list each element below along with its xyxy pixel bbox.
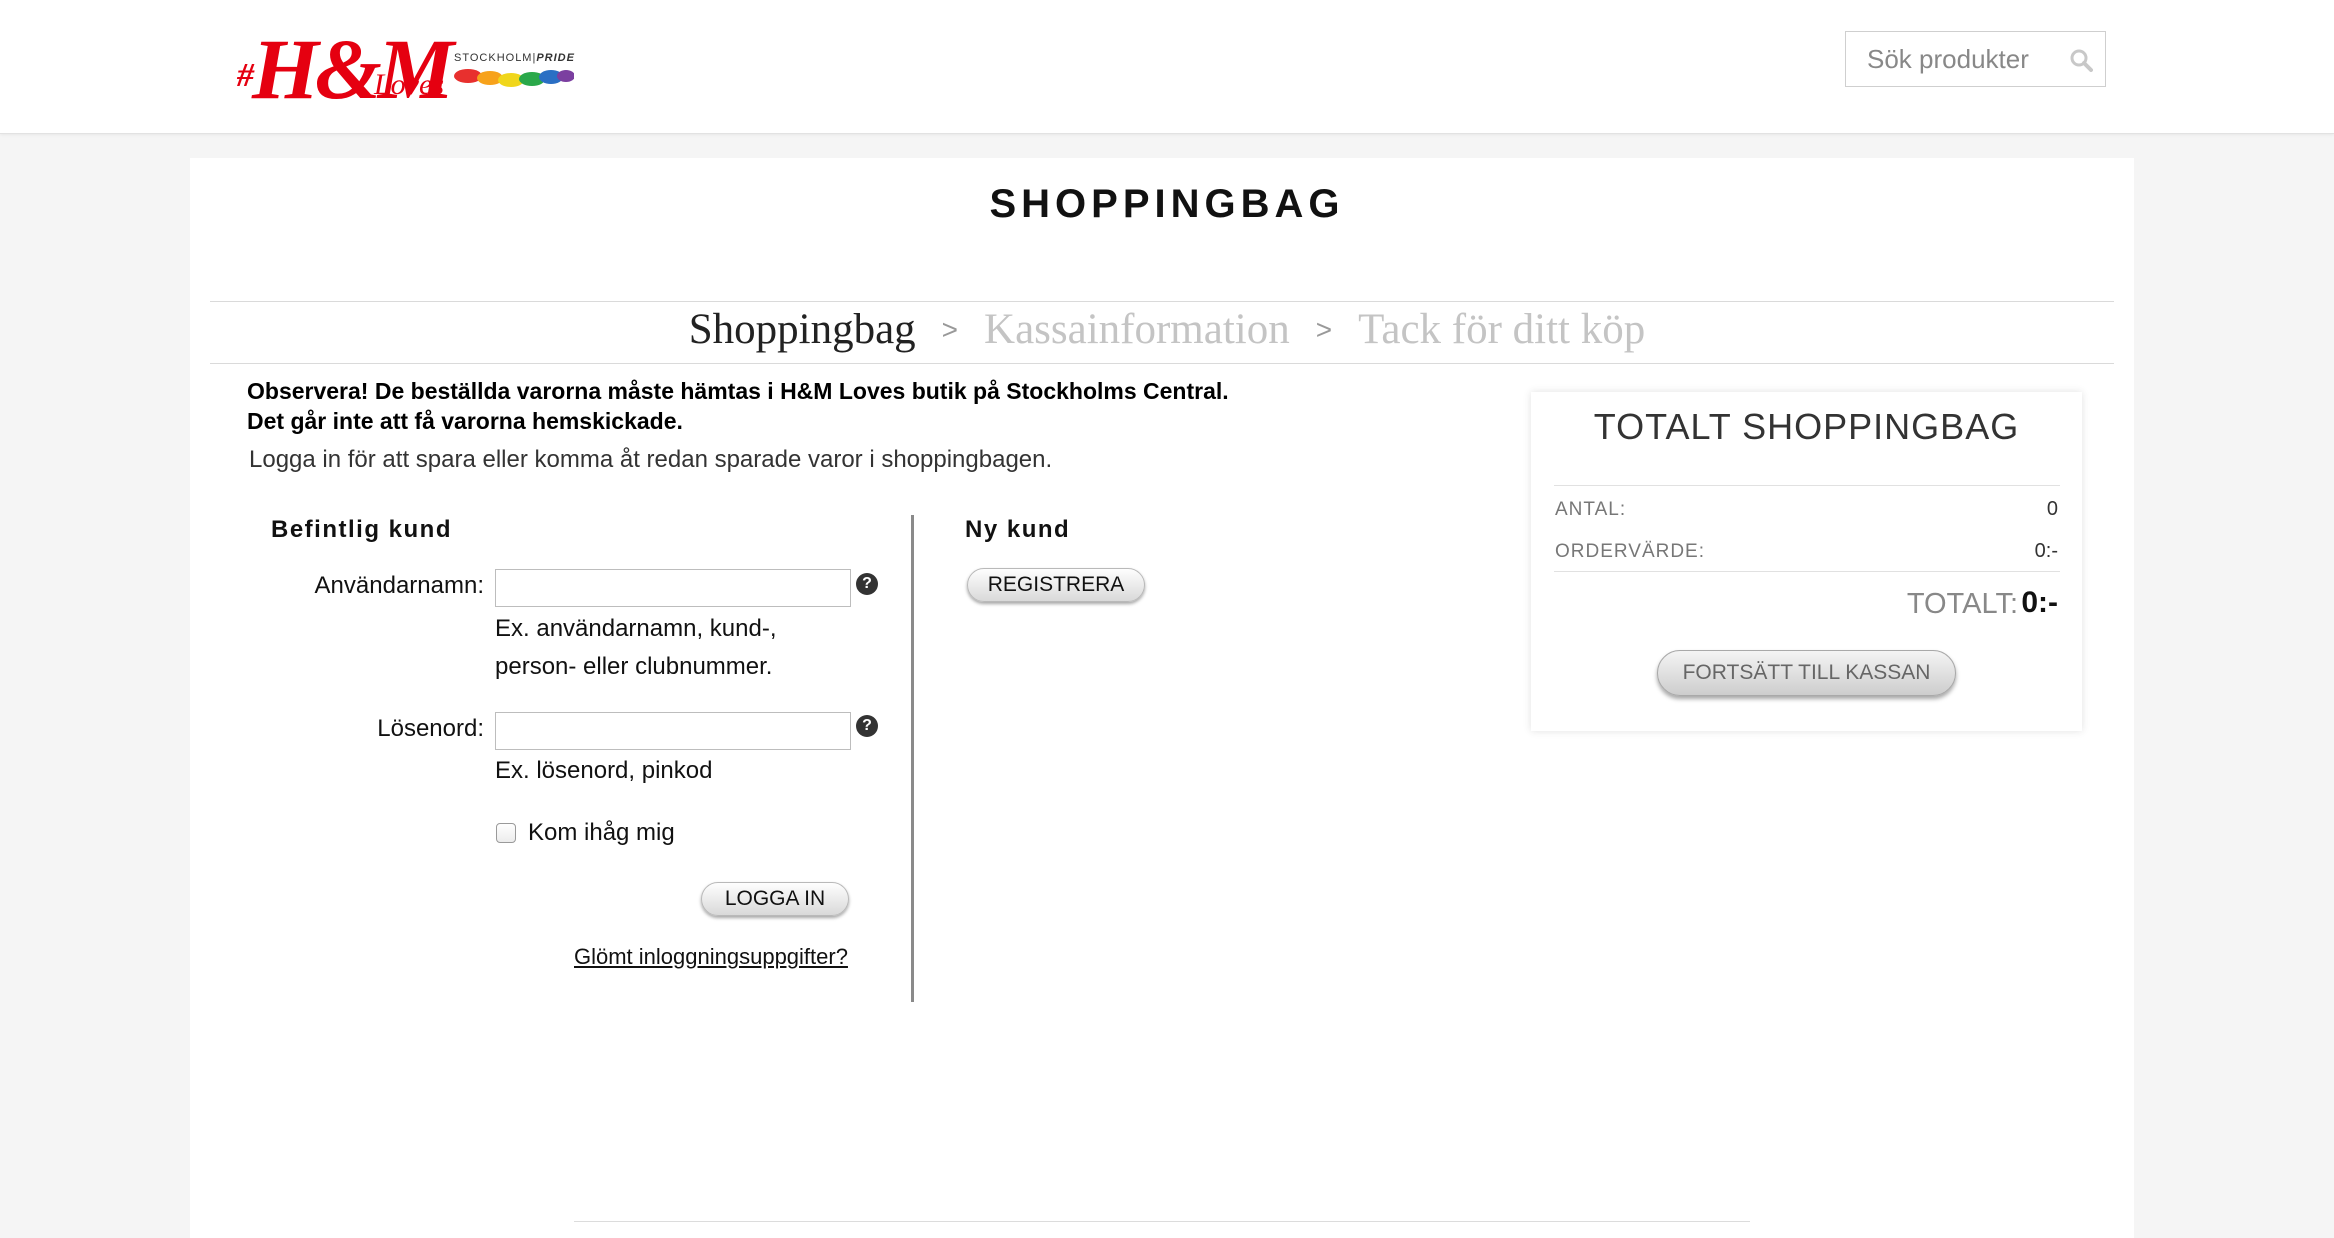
quantity-label: ANTAL: [1555, 499, 1627, 520]
order-value: 0:- [2034, 540, 2058, 562]
total-label: TOTALT: [1906, 588, 2018, 620]
username-label: Användarnamn: [314, 572, 484, 599]
username-hint-line-2: person- eller clubnummer. [495, 653, 773, 680]
logo-loves: Loves [374, 68, 444, 101]
summary-divider [1554, 485, 2060, 486]
summary-divider [1554, 571, 2060, 572]
steps-bottom-divider [210, 363, 2114, 364]
order-value-label: ORDERVÄRDE: [1555, 541, 1706, 562]
remember-me-checkbox[interactable] [496, 823, 516, 843]
step-shoppingbag: Shoppingbag [688, 306, 916, 353]
pride-word: PRIDE [536, 52, 575, 64]
register-button[interactable]: REGISTRERA [967, 568, 1145, 602]
hm-loves-logo[interactable]: #H&M Loves STOCKHOLM|PRIDE [237, 22, 587, 117]
rainbow-icon [454, 69, 574, 87]
checkout-steps: Shoppingbag > Kassainformation > Tack för di… [0, 302, 2334, 358]
step-arrow-icon: > [1315, 314, 1333, 345]
stockholm-pride-logo: STOCKHOLM|PRIDE [454, 52, 594, 112]
pride-city: STOCKHOLM [454, 52, 533, 64]
step-tack: Tack för ditt köp [1358, 306, 1646, 353]
password-help-icon[interactable]: ? [856, 715, 878, 737]
search-box[interactable] [1845, 31, 2106, 87]
total-value: 0:- [2021, 586, 2058, 619]
notice-line-1: Observera! De beställda varorna måste hä… [247, 378, 1229, 404]
password-field[interactable] [495, 712, 851, 750]
search-icon[interactable] [2069, 48, 2093, 72]
username-hint-line-1: Ex. användarnamn, kund-, [495, 615, 777, 642]
username-help-icon[interactable]: ? [856, 573, 878, 595]
new-customer-heading: Ny kund [965, 516, 1071, 543]
username-hint: Ex. användarnamn, kund-, person- eller c… [495, 610, 777, 686]
password-hint: Ex. lösenord, pinkod [495, 757, 713, 784]
remember-me-label[interactable]: Kom ihåg mig [528, 819, 675, 847]
page-title: SHOPPINGBAG [989, 182, 1345, 226]
summary-title: TOTALT SHOPPINGBAG [1593, 406, 2020, 447]
step-arrow-icon: > [941, 314, 959, 345]
existing-customer-heading: Befintlig kund [271, 516, 452, 543]
bag-summary-panel: TOTALT SHOPPINGBAG ANTAL: 0 ORDERVÄRDE: … [1531, 392, 2082, 731]
password-label: Lösenord: [377, 715, 484, 742]
footer-divider [574, 1221, 1750, 1222]
login-hint: Logga in för att spara eller komma åt re… [249, 446, 1053, 473]
quantity-value: 0 [2046, 498, 2058, 520]
logo-hash: # [237, 57, 254, 94]
pride-label: STOCKHOLM|PRIDE [454, 52, 575, 64]
pickup-notice: Observera! De beställda varorna måste hä… [247, 376, 1229, 436]
site-header: #H&M Loves STOCKHOLM|PRIDE [0, 0, 2334, 134]
customer-column-divider [911, 515, 914, 1002]
username-field[interactable] [495, 569, 851, 607]
login-button[interactable]: LOGGA IN [701, 882, 849, 916]
step-kassainformation: Kassainformation [984, 306, 1290, 353]
search-input[interactable] [1846, 32, 2067, 86]
checkout-button[interactable]: FORTSÄTT TILL KASSAN [1657, 650, 1956, 696]
forgot-credentials-link[interactable]: Glömt inloggningsuppgifter? [574, 944, 848, 970]
notice-line-2: Det går inte att få varorna hemskickade. [247, 408, 683, 434]
